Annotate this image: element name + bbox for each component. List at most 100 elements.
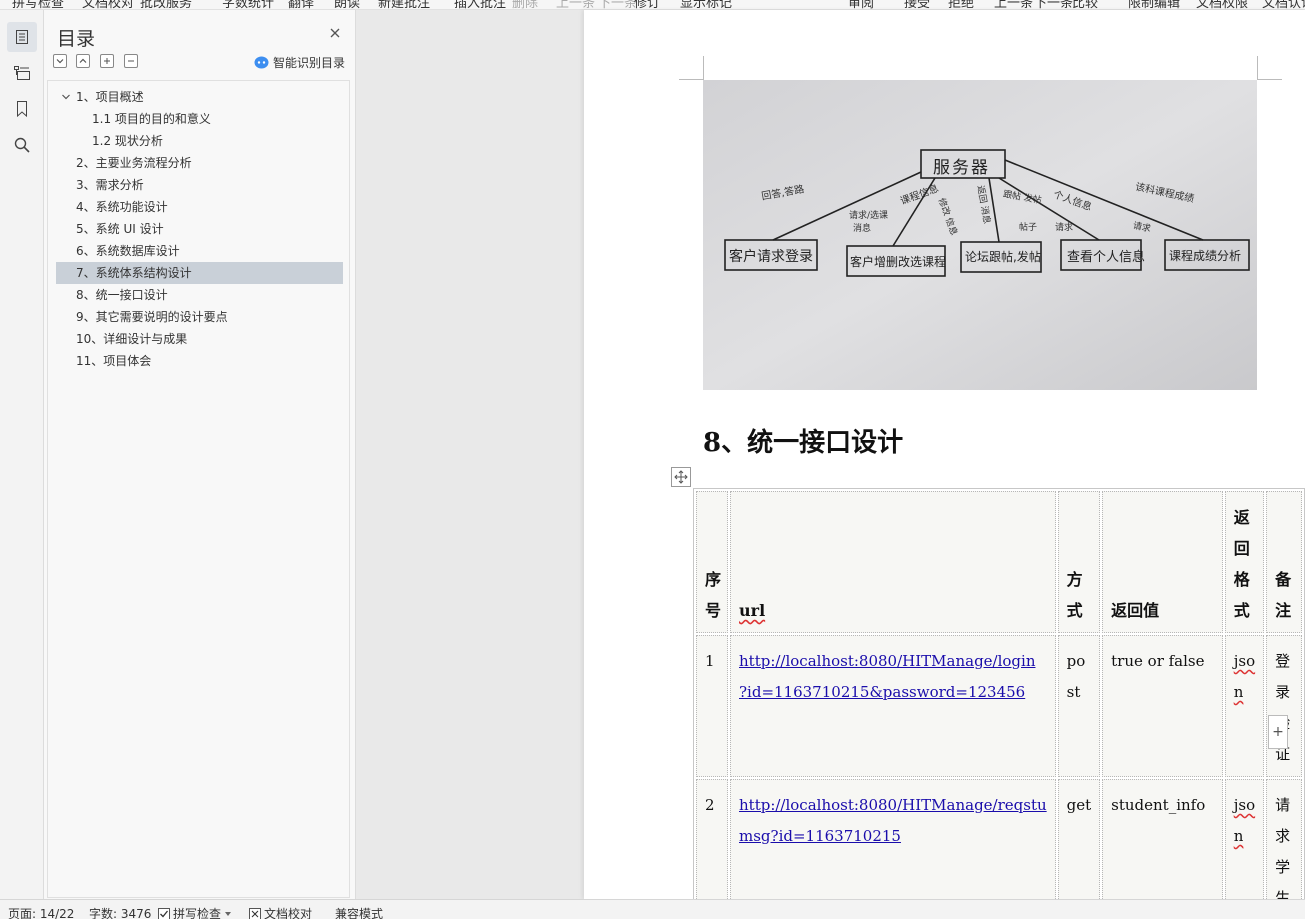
toc-item-label: 8、统一接口设计: [76, 288, 168, 302]
format-line: jso: [1233, 796, 1256, 814]
toc-item[interactable]: 6、系统数据库设计: [56, 240, 343, 262]
bookmark-icon[interactable]: [7, 94, 37, 124]
toc-item[interactable]: 5、系统 UI 设计: [56, 218, 343, 240]
sketch-arrow-label: 帖子: [1019, 223, 1038, 233]
checkbox-icon: [158, 907, 170, 919]
cell-url[interactable]: http://localhost:8080/HITManage/reqstu ms…: [730, 779, 1056, 899]
api-table[interactable]: 序号 url 方式 返回值 返回格式 备注 1 http://localhost…: [693, 488, 1305, 899]
toc-panel: 目录 智能识别目录 1、项目概述 1.1 项目的目的和意义 1.2 现状分析 2…: [44, 10, 356, 899]
toc-item[interactable]: 4、系统功能设计: [56, 196, 343, 218]
architecture-sketch-photo[interactable]: 服务器 客户请求登录 客户增删改选课程 论坛跟帖,发帖 查看个人信息 课程成绩分…: [703, 80, 1257, 390]
section-heading[interactable]: 8、统一接口设计: [703, 422, 903, 459]
cell-no[interactable]: 1: [696, 635, 728, 777]
ribbon-next[interactable]: 下一条: [598, 0, 637, 9]
toc-item-selected[interactable]: 7、系统体系结构设计: [56, 262, 343, 284]
toc-item-label: 9、其它需要说明的设计要点: [76, 310, 228, 324]
word-count[interactable]: 字数: 3476: [89, 905, 151, 919]
ribbon-review[interactable]: 审阅: [848, 0, 874, 9]
add-heading-icon[interactable]: [100, 54, 114, 68]
ribbon-reject[interactable]: 拒绝: [948, 0, 974, 9]
format-line: n: [1233, 683, 1244, 701]
url-line: http://localhost:8080/HITManage/login: [739, 652, 1036, 670]
ribbon-word-count[interactable]: 字数统计: [222, 0, 274, 9]
toc-item[interactable]: 9、其它需要说明的设计要点: [56, 306, 343, 328]
cell-no[interactable]: 2: [696, 779, 728, 899]
toc-item-label: 6、系统数据库设计: [76, 244, 180, 258]
table-move-icon[interactable]: [671, 467, 691, 487]
ribbon-accept[interactable]: 接受: [904, 0, 930, 9]
ribbon-next-change[interactable]: 下一条: [1034, 0, 1073, 9]
page-indicator[interactable]: 页面: 14/22: [8, 905, 74, 919]
cell-return[interactable]: true or false: [1102, 635, 1223, 777]
header-cell[interactable]: 方式: [1057, 491, 1101, 633]
doc-proof-toggle[interactable]: 文档校对: [249, 905, 312, 919]
toc-item-label: 1、项目概述: [76, 90, 144, 104]
document-page[interactable]: 服务器 客户请求登录 客户增删改选课程 论坛跟帖,发帖 查看个人信息 课程成绩分…: [584, 10, 1305, 899]
add-column-button[interactable]: +: [1268, 715, 1288, 749]
ribbon-show-markup[interactable]: 显示标记: [680, 0, 732, 9]
spell-check-toggle[interactable]: 拼写检查: [158, 905, 232, 919]
toc-item[interactable]: 1、项目概述: [56, 86, 343, 108]
note-text: 登录验证: [1275, 652, 1291, 763]
ribbon-doc-cert[interactable]: 文档认证: [1262, 0, 1305, 9]
table-row: 2 http://localhost:8080/HITManage/reqstu…: [696, 779, 1302, 899]
ribbon-doc-proof[interactable]: 文档校对: [82, 0, 134, 9]
toc-item[interactable]: 3、需求分析: [56, 174, 343, 196]
cell-format[interactable]: jso n: [1224, 779, 1265, 899]
ribbon-restrict-edit[interactable]: 限制编辑: [1128, 0, 1180, 9]
ribbon-doc-permission[interactable]: 文档权限: [1196, 0, 1248, 9]
header-cell[interactable]: 返回值: [1102, 491, 1223, 633]
sketch-arrow-label: 请求: [1055, 223, 1074, 233]
header-cell[interactable]: url: [730, 491, 1056, 633]
collapse-all-icon[interactable]: [53, 54, 67, 68]
ribbon-delete[interactable]: 删除: [512, 0, 538, 9]
ribbon-spell-check[interactable]: 拼写检查: [12, 0, 64, 9]
ribbon-new-comment[interactable]: 新建批注: [378, 0, 430, 9]
url-link[interactable]: http://localhost:8080/HITManage/login ?id…: [739, 652, 1035, 701]
cell-method[interactable]: get: [1057, 779, 1101, 899]
search-icon[interactable]: [7, 130, 37, 160]
ribbon-translate[interactable]: 翻译: [288, 0, 314, 9]
method-line: po: [1066, 652, 1086, 670]
toc-item-label: 2、主要业务流程分析: [76, 156, 192, 170]
header-return: 返回值: [1111, 601, 1160, 620]
sketch-client-label: 客户增删改选课程: [850, 255, 947, 269]
document-canvas: 服务器 客户请求登录 客户增删改选课程 论坛跟帖,发帖 查看个人信息 课程成绩分…: [356, 10, 1305, 899]
toc-item[interactable]: 2、主要业务流程分析: [56, 152, 343, 174]
caret-down-icon: [225, 911, 232, 916]
header-cell[interactable]: 序号: [696, 491, 728, 633]
outline-icon[interactable]: [7, 58, 37, 88]
method-line: get: [1066, 796, 1092, 814]
ribbon-track-changes[interactable]: 修订: [634, 0, 660, 9]
ribbon-prev-change[interactable]: 上一条: [994, 0, 1033, 9]
toc-icon[interactable]: [7, 22, 37, 52]
ribbon-read-aloud[interactable]: 朗读: [334, 0, 360, 9]
remove-heading-icon[interactable]: [124, 54, 138, 68]
cell-method[interactable]: po st: [1057, 635, 1101, 777]
spell-check-label: 拼写检查: [173, 907, 222, 919]
toc-item[interactable]: 10、详细设计与成果: [56, 328, 343, 350]
ribbon-review-service[interactable]: 批改服务: [140, 0, 192, 9]
toc-item[interactable]: 1.2 现状分析: [56, 130, 343, 152]
expand-all-icon[interactable]: [76, 54, 90, 68]
ribbon-compare[interactable]: 比较: [1072, 0, 1098, 9]
header-cell[interactable]: 返回格式: [1224, 491, 1265, 633]
ribbon-insert-comment[interactable]: 插入批注: [454, 0, 506, 9]
ribbon-prev[interactable]: 上一条: [556, 0, 595, 9]
format-line: n: [1233, 827, 1244, 845]
toc-item[interactable]: 1.1 项目的目的和意义: [56, 108, 343, 130]
cell-url[interactable]: http://localhost:8080/HITManage/login ?id…: [730, 635, 1056, 777]
toc-item[interactable]: 8、统一接口设计: [56, 284, 343, 306]
cell-return[interactable]: student_info: [1102, 779, 1223, 899]
close-icon[interactable]: [328, 26, 342, 40]
toc-item[interactable]: 11、项目体会: [56, 350, 343, 372]
smart-toc-button[interactable]: 智能识别目录: [254, 54, 345, 71]
table-row: 1 http://localhost:8080/HITManage/login?…: [696, 635, 1302, 777]
cell-note[interactable]: 登录验证: [1266, 635, 1302, 777]
cell-note[interactable]: 请求学生: [1266, 779, 1302, 899]
url-link[interactable]: http://localhost:8080/HITManage/reqstu ms…: [739, 796, 1047, 845]
header-cell[interactable]: 备注: [1266, 491, 1302, 633]
url-line: msg?id=1163710215: [739, 827, 901, 845]
cell-format[interactable]: jso n: [1224, 635, 1265, 777]
header-method: 方式: [1066, 570, 1083, 620]
